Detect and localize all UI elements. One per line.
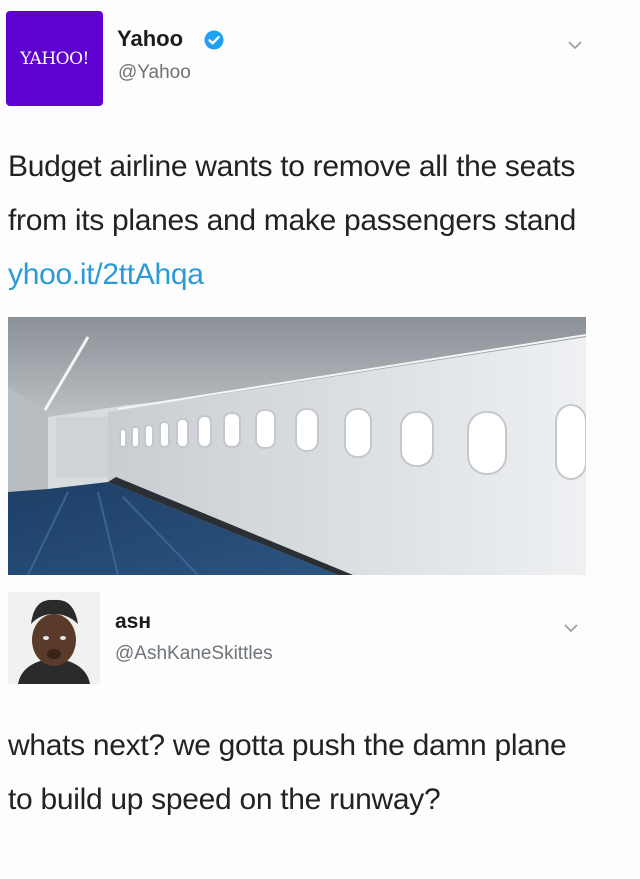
yahoo-avatar[interactable]: YAHOO! xyxy=(6,11,103,106)
display-name[interactable]: aѕн xyxy=(115,610,151,634)
yahoo-avatar-logo: YAHOO! xyxy=(20,48,89,69)
tweet-text: Budget airline wants to remove all the s… xyxy=(8,140,608,302)
airplane-cabin-image xyxy=(8,317,586,575)
verified-badge-icon xyxy=(204,30,224,50)
chevron-down-icon[interactable] xyxy=(567,40,583,50)
handle[interactable]: @AshKaneSkittles xyxy=(115,643,273,665)
tweet-link[interactable]: yhoo.it/2ttAhqa xyxy=(8,258,204,291)
display-name[interactable]: Yahoo xyxy=(117,26,183,52)
person-avatar-icon xyxy=(8,592,100,684)
tweet-body: Budget airline wants to remove all the s… xyxy=(8,150,577,237)
user-avatar[interactable] xyxy=(8,592,100,684)
tweet-media-image[interactable] xyxy=(8,317,586,575)
handle[interactable]: @Yahoo xyxy=(118,62,191,84)
chevron-down-icon[interactable] xyxy=(563,623,579,633)
reply-text: whats next? we gotta push the damn plane… xyxy=(8,729,567,816)
